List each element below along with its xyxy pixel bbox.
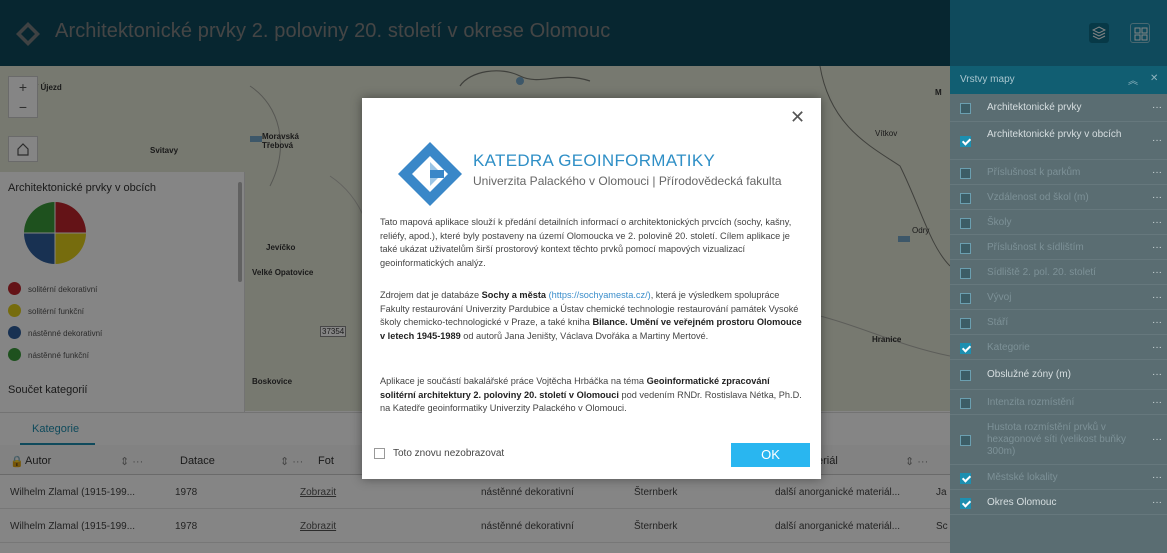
layer-options-icon[interactable]: ···	[1152, 217, 1162, 228]
layer-label: Intenzita rozmístění	[987, 397, 1075, 408]
layer-label: Obslužné zóny (m)	[987, 369, 1071, 380]
organization-name: KATEDRA GEOINFORMATIKY	[473, 151, 716, 170]
layer-label: Stáří	[987, 317, 1009, 328]
layer-visibility-checkbox[interactable]	[960, 398, 971, 409]
layer-label: Vzdálenost od škol (m)	[987, 192, 1089, 203]
layer-visibility-checkbox[interactable]	[960, 435, 971, 446]
close-panel-icon[interactable]: ✕	[1150, 73, 1158, 84]
layer-options-icon[interactable]: ···	[1152, 472, 1162, 483]
layer-label: Kategorie	[987, 342, 1030, 353]
layer-options-icon[interactable]: ···	[1152, 342, 1162, 353]
layer-label: Školy	[987, 217, 1012, 228]
layer-label: Městské lokality	[987, 472, 1058, 483]
layer-label: Architektonické prvky	[987, 102, 1082, 113]
layer-item[interactable]: Intenzita rozmístění ···	[950, 390, 1167, 415]
layer-options-icon[interactable]: ···	[1152, 292, 1162, 303]
layer-visibility-checkbox[interactable]	[960, 193, 971, 204]
university-name: Univerzita Palackého v Olomouci | Přírod…	[473, 174, 782, 188]
layer-item[interactable]: Příslušnost k parkům ···	[950, 160, 1167, 185]
layer-label: Hustota rozmístění prvků v hexagonové sí…	[987, 422, 1126, 457]
layer-item[interactable]: Architektonické prvky ···	[950, 94, 1167, 122]
layer-list-header: Vrstvy mapy ︽ ✕	[950, 66, 1167, 94]
layer-visibility-checkbox[interactable]	[960, 268, 971, 279]
layer-visibility-checkbox[interactable]	[960, 218, 971, 229]
layer-item[interactable]: Městské lokality ···	[950, 465, 1167, 490]
layer-visibility-checkbox[interactable]	[960, 370, 971, 381]
layer-visibility-checkbox[interactable]	[960, 498, 971, 509]
splash-dialog: ✕ KATEDRA GEOINFORMATIKY Univerzita Pala…	[362, 98, 821, 479]
dont-show-again-label: Toto znovu nezobrazovat	[393, 448, 505, 459]
layer-item[interactable]: Obslužné zóny (m) ···	[950, 360, 1167, 390]
source-link[interactable]: (https://sochyamesta.cz/)	[549, 290, 651, 300]
layer-label: Příslušnost k parkům	[987, 167, 1081, 178]
dont-show-again-checkbox[interactable]	[374, 448, 385, 459]
layer-item[interactable]: Hustota rozmístění prvků v hexagonové sí…	[950, 415, 1167, 465]
layer-options-icon[interactable]: ···	[1152, 135, 1162, 146]
layer-options-icon[interactable]: ···	[1152, 267, 1162, 278]
layer-options-icon[interactable]: ···	[1152, 497, 1162, 508]
layer-options-icon[interactable]: ···	[1152, 397, 1162, 408]
layer-item[interactable]: Okres Olomouc ···	[950, 490, 1167, 515]
layer-visibility-checkbox[interactable]	[960, 136, 971, 147]
layer-item[interactable]: Stáří ···	[950, 310, 1167, 335]
source-paragraph: Zdrojem dat je databáze Sochy a města (h…	[380, 290, 802, 342]
layer-options-icon[interactable]: ···	[1152, 192, 1162, 203]
modal-backdrop-header	[0, 0, 1167, 66]
layer-item[interactable]: Architektonické prvky v obcích ···	[950, 122, 1167, 160]
layer-label: Okres Olomouc	[987, 497, 1057, 508]
layer-item[interactable]: Vzdálenost od škol (m) ···	[950, 185, 1167, 210]
layer-visibility-checkbox[interactable]	[960, 473, 971, 484]
layer-label: Sídliště 2. pol. 20. století	[987, 267, 1096, 278]
layer-options-icon[interactable]: ···	[1152, 102, 1162, 113]
layer-item[interactable]: Školy ···	[950, 210, 1167, 235]
layer-visibility-checkbox[interactable]	[960, 343, 971, 354]
layer-label: Vývoj	[987, 292, 1012, 303]
layer-options-icon[interactable]: ···	[1152, 317, 1162, 328]
layer-visibility-checkbox[interactable]	[960, 293, 971, 304]
layer-options-icon[interactable]: ···	[1152, 167, 1162, 178]
layer-item[interactable]: Kategorie ···	[950, 335, 1167, 360]
layer-item[interactable]: Vývoj ···	[950, 285, 1167, 310]
layer-list-panel: Vrstvy mapy ︽ ✕ Architektonické prvky ···…	[950, 66, 1167, 553]
katedra-logo	[398, 142, 462, 206]
layer-label: Příslušnost k sídlištím	[987, 242, 1084, 253]
collapse-icon[interactable]: ︽	[1128, 72, 1138, 87]
layer-options-icon[interactable]: ···	[1152, 434, 1162, 445]
layer-item[interactable]: Příslušnost k sídlištím ···	[950, 235, 1167, 260]
layer-visibility-checkbox[interactable]	[960, 318, 971, 329]
layer-item[interactable]: Sídliště 2. pol. 20. století ···	[950, 260, 1167, 285]
ok-button[interactable]: OK	[731, 443, 810, 467]
thesis-paragraph: Aplikace je součástí bakalářské práce Vo…	[380, 376, 802, 414]
intro-paragraph: Tato mapová aplikace slouží k předání de…	[380, 217, 792, 269]
layer-visibility-checkbox[interactable]	[960, 243, 971, 254]
layer-visibility-checkbox[interactable]	[960, 168, 971, 179]
layer-list-title: Vrstvy mapy	[960, 74, 1015, 85]
layer-label: Architektonické prvky v obcích	[987, 129, 1122, 140]
layer-options-icon[interactable]: ···	[1152, 369, 1162, 380]
layer-options-icon[interactable]: ···	[1152, 242, 1162, 253]
close-dialog-button[interactable]: ✕	[790, 108, 805, 126]
layer-visibility-checkbox[interactable]	[960, 103, 971, 114]
